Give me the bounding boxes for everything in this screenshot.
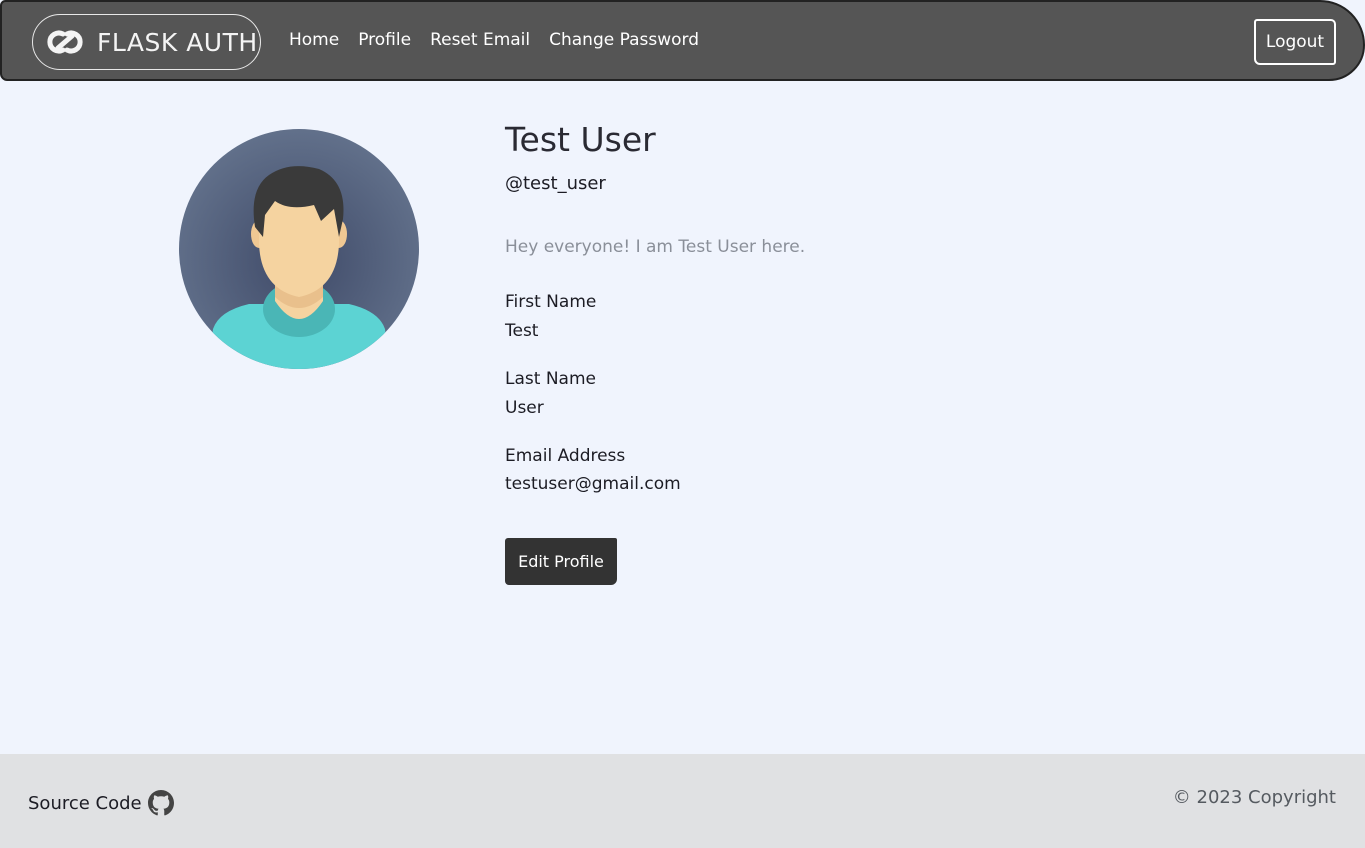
first-name-value: Test <box>505 321 539 341</box>
user-avatar-icon <box>179 129 419 369</box>
email-label: Email Address <box>505 446 626 466</box>
chain-link-icon <box>47 30 83 54</box>
nav-link-home[interactable]: Home <box>289 30 339 50</box>
copyright-text: © 2023 Copyright <box>1172 787 1336 808</box>
profile-full-name: Test User <box>505 120 656 159</box>
logout-button[interactable]: Logout <box>1254 19 1336 65</box>
last-name-value: User <box>505 398 544 418</box>
nav-link-profile[interactable]: Profile <box>358 30 411 50</box>
brand-name: FLASK AUTH <box>97 27 258 57</box>
profile-bio: Hey everyone! I am Test User here. <box>505 237 806 257</box>
user-avatar <box>179 129 419 369</box>
nav-link-reset-email[interactable]: Reset Email <box>430 30 530 50</box>
last-name-label: Last Name <box>505 369 596 389</box>
github-icon <box>147 790 174 816</box>
brand-link[interactable]: FLASK AUTH <box>32 14 261 70</box>
email-value: testuser@gmail.com <box>505 474 681 494</box>
source-code-label: Source Code <box>28 792 142 814</box>
profile-username: @test_user <box>505 173 606 194</box>
nav-links: Home Profile Reset Email Change Password <box>289 30 699 50</box>
first-name-label: First Name <box>505 292 597 312</box>
nav-link-change-password[interactable]: Change Password <box>549 30 699 50</box>
navbar: FLASK AUTH Home Profile Reset Email Chan… <box>0 0 1365 81</box>
source-code-link[interactable]: Source Code <box>28 790 174 816</box>
footer: Source Code © 2023 Copyright <box>0 754 1365 848</box>
edit-profile-button[interactable]: Edit Profile <box>505 538 617 585</box>
